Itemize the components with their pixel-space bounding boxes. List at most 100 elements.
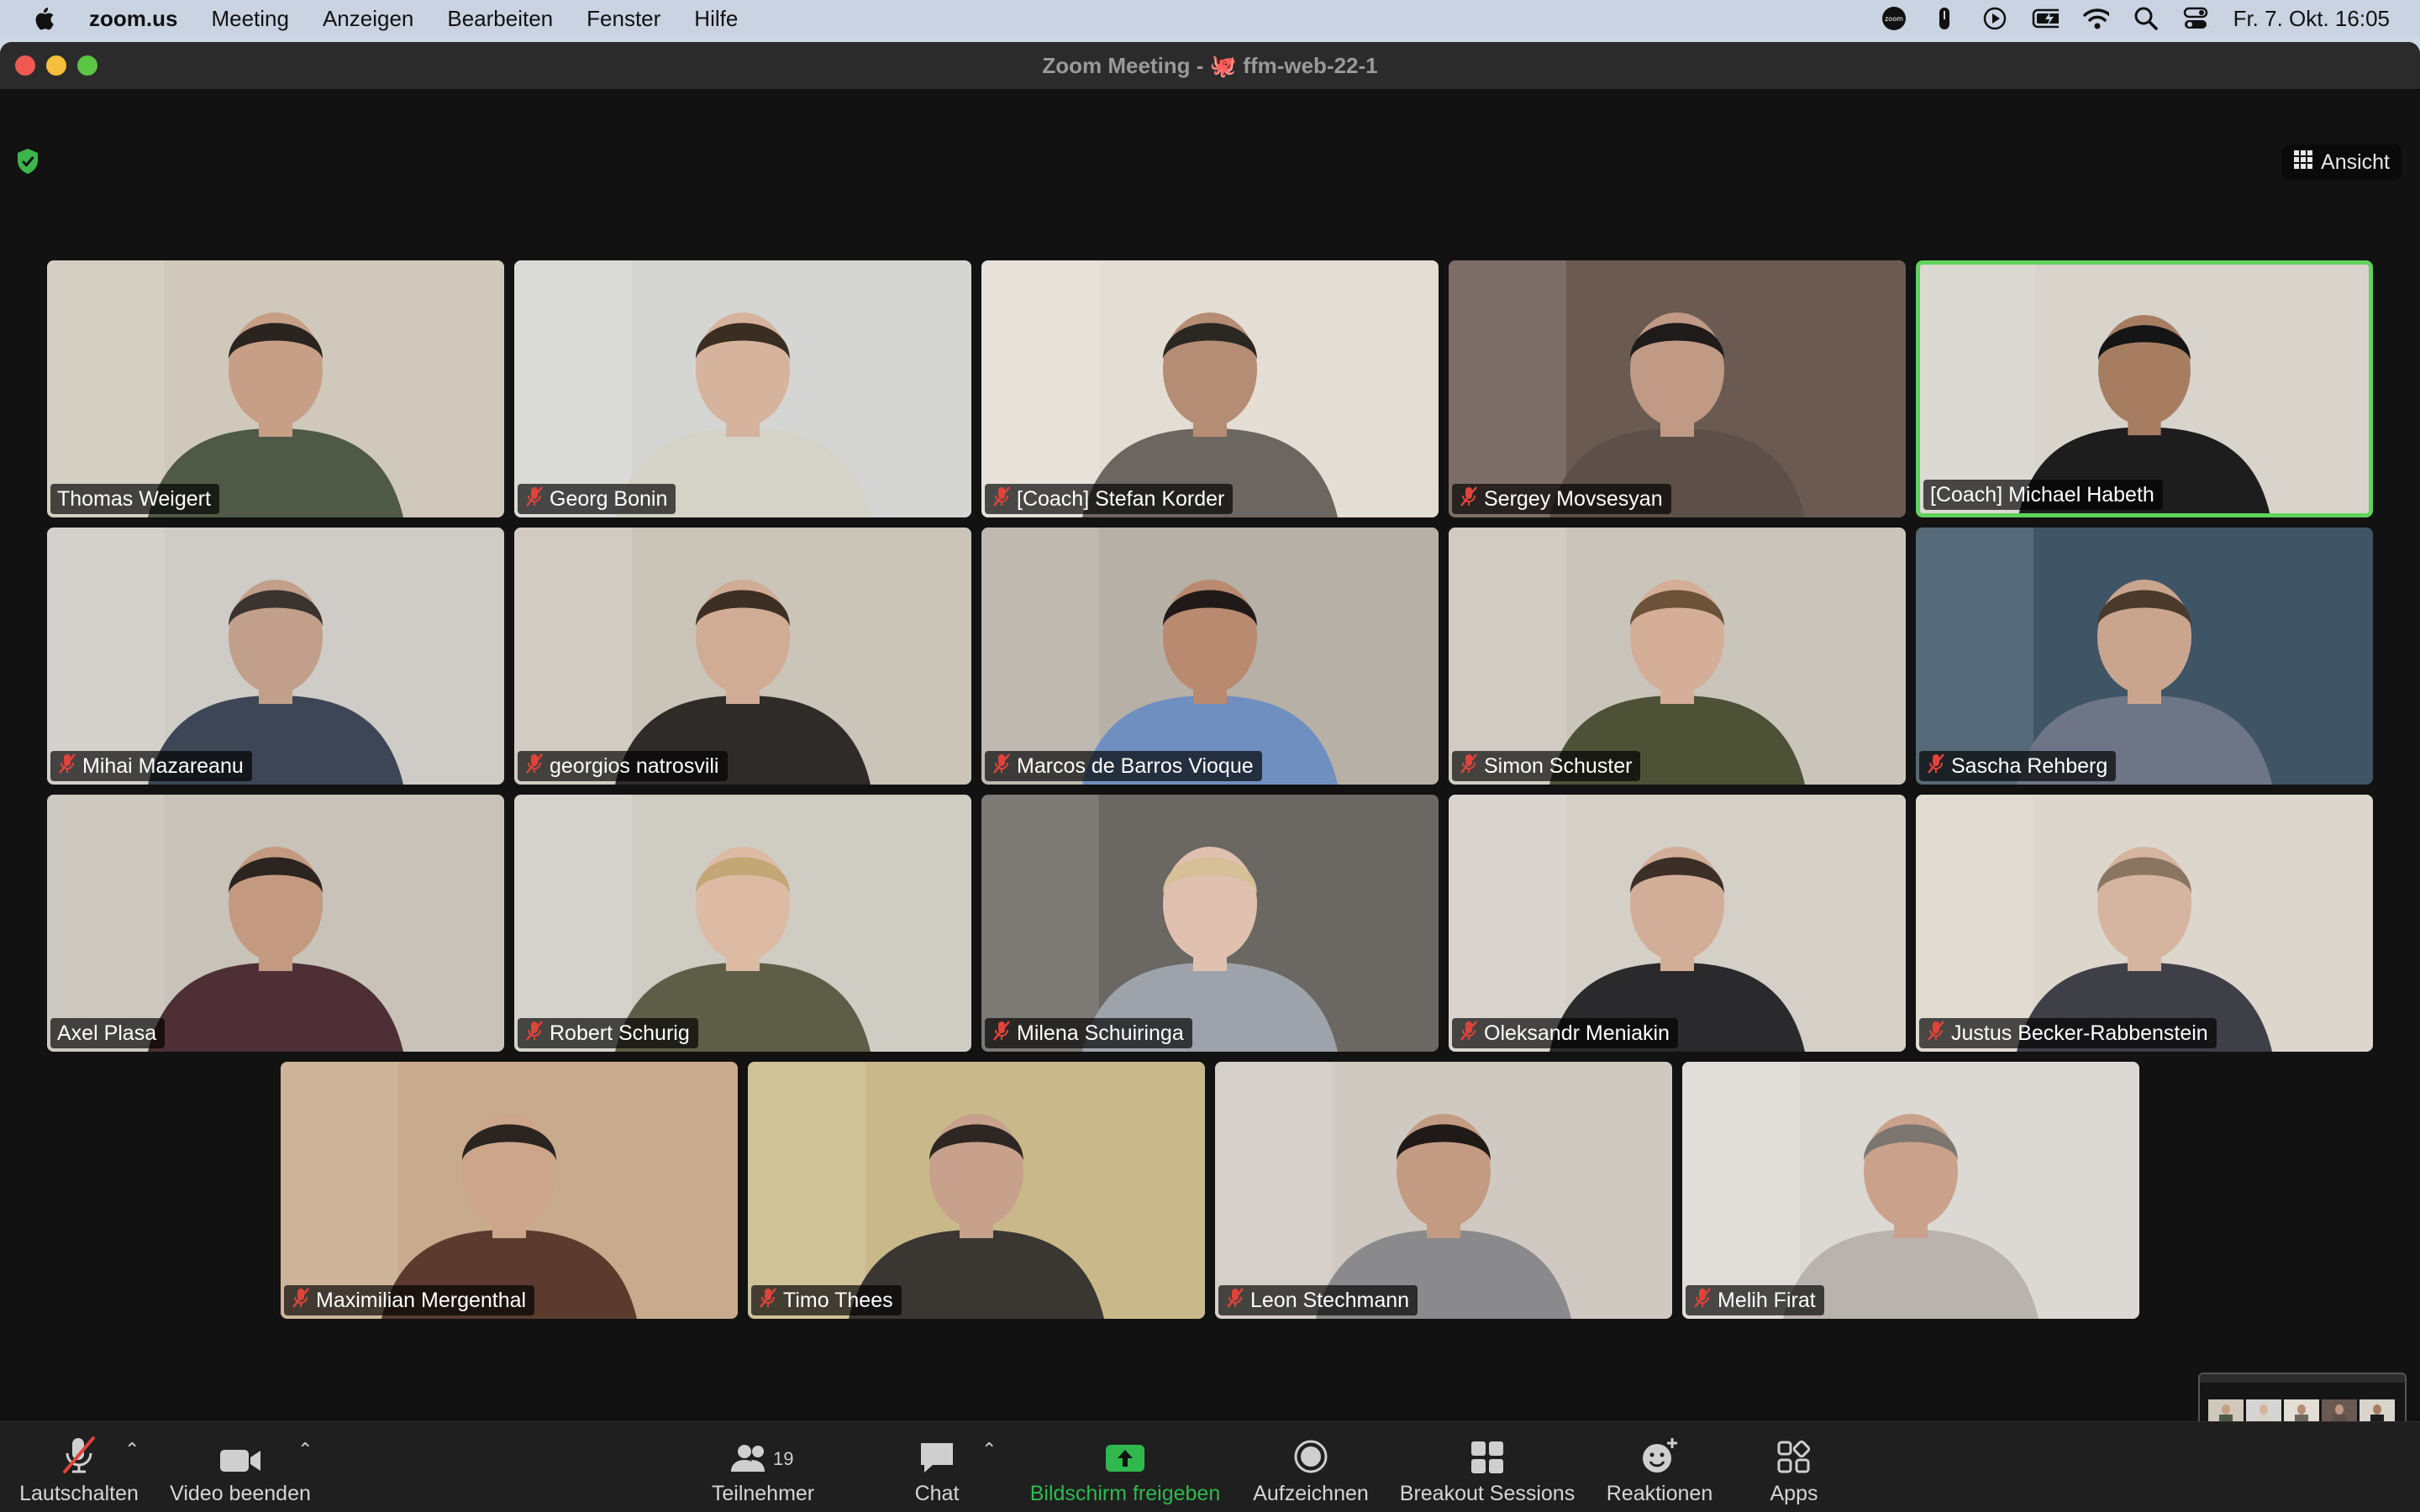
participant-tile[interactable]: Sergey Movsesyan — [1449, 260, 1906, 517]
participants-button[interactable]: 19 Teilnehmer — [704, 1422, 822, 1512]
participant-name-label: Robert Schurig — [518, 1018, 698, 1048]
muted-microphone-icon — [1926, 1020, 1946, 1047]
menubar-clock[interactable]: Fr. 7. Okt. 16:05 — [2233, 6, 2390, 32]
muted-microphone-icon — [524, 753, 544, 780]
participant-name-label: Melih Firat — [1686, 1285, 1824, 1315]
participant-video — [748, 1062, 1205, 1319]
unmute-button[interactable]: Lautschalten — [12, 1422, 146, 1512]
participant-tile[interactable]: Leon Stechmann — [1215, 1062, 1672, 1319]
wifi-icon[interactable] — [2082, 6, 2109, 31]
muted-microphone-icon — [1459, 486, 1479, 513]
participant-name: Timo Thees — [783, 1288, 893, 1312]
apps-button[interactable]: Apps — [1756, 1422, 1832, 1512]
participant-video — [514, 795, 971, 1052]
octopus-emoji: 🐙 — [1209, 53, 1238, 78]
participant-name: Simon Schuster — [1484, 753, 1633, 778]
meeting-toolbar: Lautschalten ⌃ Video beenden ⌃ 19 Teilne… — [0, 1421, 2420, 1512]
participant-name: Sascha Rehberg — [1951, 753, 2108, 778]
participant-name-label: Axel Plasa — [50, 1018, 166, 1048]
gpu-icon[interactable] — [1931, 6, 1958, 31]
participant-tile[interactable]: georgios natrosvili — [514, 528, 971, 785]
play-icon[interactable] — [1981, 6, 2008, 31]
participant-tile[interactable]: Marcos de Barros Vioque — [981, 528, 1439, 785]
muted-microphone-icon — [992, 753, 1012, 780]
participant-video — [47, 260, 504, 517]
participant-video — [1682, 1062, 2139, 1319]
share-screen-button[interactable]: Bildschirm freigeben — [1022, 1422, 1228, 1512]
zoom-status-icon[interactable]: zoom — [1881, 6, 1907, 31]
participant-name-label: Milena Schuiringa — [985, 1018, 1192, 1048]
participant-tile[interactable]: Simon Schuster — [1449, 528, 1906, 785]
window-title: Zoom Meeting - 🐙 ffm-web-22-1 — [0, 42, 2420, 89]
participant-name: Mihai Mazareanu — [82, 753, 244, 778]
muted-microphone-icon — [291, 1287, 311, 1315]
video-options-chevron-icon[interactable]: ⌃ — [297, 1439, 313, 1461]
participant-name-label: Justus Becker-Rabbenstein — [1919, 1018, 2217, 1048]
chat-button[interactable]: Chat — [899, 1422, 975, 1512]
reactions-button[interactable]: Reaktionen — [1597, 1422, 1723, 1512]
participant-name: Oleksandr Meniakin — [1484, 1021, 1670, 1045]
window-title-prefix: Zoom Meeting - — [1042, 53, 1210, 78]
participant-video — [1449, 528, 1906, 785]
share-screen-label: Bildschirm freigeben — [1029, 1481, 1221, 1505]
participant-name-label: Georg Bonin — [518, 484, 676, 514]
participant-tile[interactable]: [Coach] Michael Habeth — [1916, 260, 2373, 517]
encryption-shield-icon[interactable] — [15, 148, 44, 176]
participant-tile[interactable]: [Coach] Stefan Korder — [981, 260, 1439, 517]
participant-name-label: Timo Thees — [751, 1285, 902, 1315]
breakout-label: Breakout Sessions — [1399, 1481, 1576, 1505]
participant-name-label: Mihai Mazareanu — [50, 751, 252, 781]
share-screen-icon — [1104, 1430, 1146, 1475]
menu-meeting[interactable]: Meeting — [211, 6, 289, 32]
participant-name: Leon Stechmann — [1250, 1288, 1410, 1312]
record-button[interactable]: Aufzeichnen — [1244, 1422, 1378, 1512]
menu-anzeigen[interactable]: Anzeigen — [323, 6, 413, 32]
participant-tile[interactable]: Robert Schurig — [514, 795, 971, 1052]
participant-tile[interactable]: Mihai Mazareanu — [47, 528, 504, 785]
participant-tile[interactable]: Thomas Weigert — [47, 260, 504, 517]
participant-tile[interactable]: Timo Thees — [748, 1062, 1205, 1319]
participant-tile[interactable]: Milena Schuiringa — [981, 795, 1439, 1052]
muted-microphone-icon — [992, 1020, 1012, 1047]
participant-name-label: Maximilian Mergenthal — [284, 1285, 535, 1315]
app-name-menu[interactable]: zoom.us — [89, 6, 177, 32]
view-button-label: Ansicht — [2321, 150, 2390, 174]
participant-name-label: Leon Stechmann — [1218, 1285, 1418, 1315]
menu-fenster[interactable]: Fenster — [587, 6, 660, 32]
participant-tile[interactable]: Maximilian Mergenthal — [281, 1062, 738, 1319]
participant-video — [1916, 795, 2373, 1052]
participant-tile[interactable]: Axel Plasa — [47, 795, 504, 1052]
participant-tile[interactable]: Georg Bonin — [514, 260, 971, 517]
menu-hilfe[interactable]: Hilfe — [694, 6, 738, 32]
apple-menu-icon[interactable] — [30, 4, 57, 33]
stop-video-button[interactable]: Video beenden — [165, 1422, 316, 1512]
chat-bubble-icon — [918, 1430, 956, 1475]
breakout-sessions-button[interactable]: Breakout Sessions — [1395, 1422, 1580, 1512]
view-button[interactable]: Ansicht — [2282, 144, 2402, 180]
participant-name-label: Sergey Movsesyan — [1452, 484, 1671, 514]
participant-video — [981, 528, 1439, 785]
reactions-label: Reaktionen — [1606, 1481, 1713, 1505]
participant-video — [514, 260, 971, 517]
participant-tile[interactable]: Sascha Rehberg — [1916, 528, 2373, 785]
participant-name: Maximilian Mergenthal — [316, 1288, 527, 1312]
muted-microphone-icon — [524, 1020, 544, 1047]
participant-tile[interactable]: Oleksandr Meniakin — [1449, 795, 1906, 1052]
chat-options-chevron-icon[interactable]: ⌃ — [981, 1439, 997, 1461]
participant-tile[interactable]: Justus Becker-Rabbenstein — [1916, 795, 2373, 1052]
record-icon — [1292, 1430, 1329, 1475]
menu-bearbeiten[interactable]: Bearbeiten — [447, 6, 553, 32]
participant-name-label: [Coach] Stefan Korder — [985, 484, 1234, 514]
participant-video — [1449, 795, 1906, 1052]
participant-name: [Coach] Michael Habeth — [1930, 482, 2154, 507]
svg-text:zoom: zoom — [1885, 15, 1903, 23]
participant-video — [981, 260, 1439, 517]
participant-video — [47, 528, 504, 785]
battery-icon[interactable] — [2032, 6, 2059, 31]
participant-name: georgios natrosvili — [550, 753, 719, 778]
participant-tile[interactable]: Melih Firat — [1682, 1062, 2139, 1319]
spotlight-search-icon[interactable] — [2133, 6, 2160, 31]
muted-microphone-icon — [1225, 1287, 1245, 1315]
audio-options-chevron-icon[interactable]: ⌃ — [124, 1439, 139, 1461]
control-center-icon[interactable] — [2183, 6, 2210, 31]
